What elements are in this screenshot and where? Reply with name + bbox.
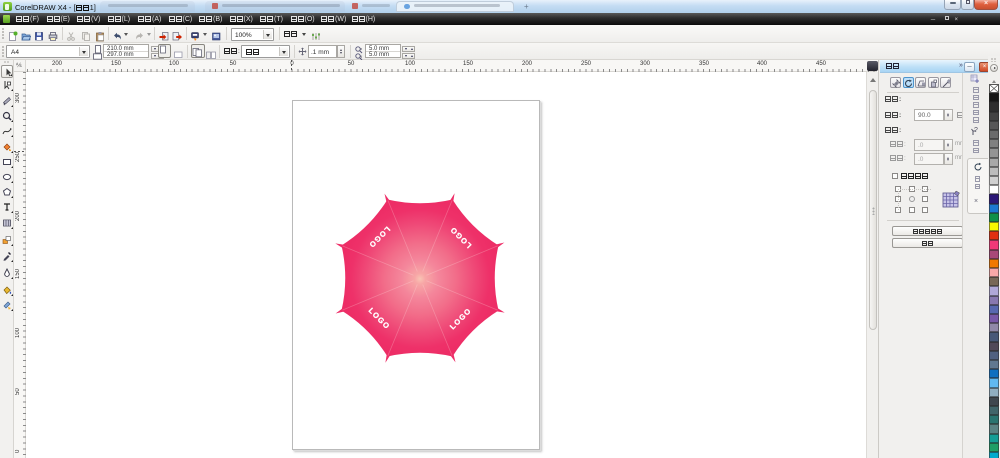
svg-text:y: y — [360, 54, 362, 58]
svg-text:x: x — [360, 47, 362, 51]
svg-text:?: ? — [974, 127, 978, 134]
